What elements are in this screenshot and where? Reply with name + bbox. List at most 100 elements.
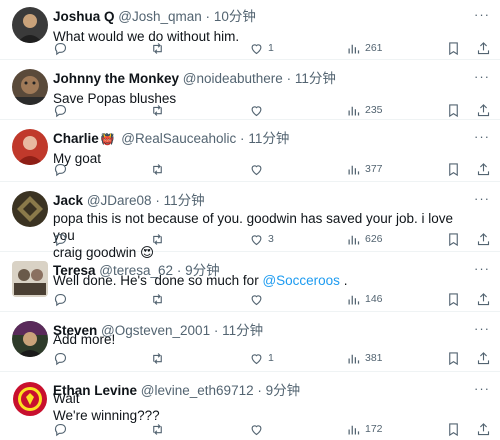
views-bar-chart-icon [346, 351, 361, 366]
retweet-icon [150, 292, 165, 307]
tweet[interactable]: Steven @Ogsteven_2001 · 11分钟 ··· Add mor… [0, 314, 500, 372]
tweet[interactable]: Teresa @teresa_62 · 9分钟 ··· Well done. H… [0, 254, 500, 312]
retweet-button[interactable] [150, 290, 165, 308]
reply-button[interactable] [53, 290, 68, 308]
tweet[interactable]: Joshua Q @Josh_qman · 10分钟 ··· What woul… [0, 0, 500, 60]
display-name[interactable]: Johnny the Monkey [53, 71, 179, 86]
avatar[interactable] [12, 381, 48, 417]
bookmark-button[interactable] [446, 349, 461, 367]
reply-button[interactable] [53, 230, 68, 248]
views-button[interactable]: 235 [346, 101, 383, 119]
timestamp[interactable]: 11分钟 [248, 131, 289, 146]
tweet[interactable]: Jack @JDare08 · 11分钟 ··· popa this is no… [0, 184, 500, 260]
display-name[interactable]: Charlie [53, 131, 99, 146]
bookmark-button[interactable] [446, 230, 461, 248]
more-horizontal-icon[interactable]: ··· [474, 192, 490, 206]
reply-button[interactable] [53, 101, 68, 119]
heart-icon [249, 292, 264, 307]
share-button[interactable] [476, 101, 491, 119]
user-handle[interactable]: @RealSauceaholic [121, 131, 236, 146]
display-name[interactable]: Joshua Q [53, 9, 115, 24]
like-button[interactable]: 1 [249, 349, 274, 367]
retweet-icon [150, 422, 165, 437]
retweet-button[interactable] [150, 160, 165, 178]
view-count: 626 [365, 233, 383, 245]
views-button[interactable]: 146 [346, 290, 383, 308]
views-bar-chart-icon [346, 41, 361, 56]
like-button[interactable]: 3 [249, 230, 274, 248]
tweet[interactable]: Charlie 👹 @RealSauceaholic · 11分钟 ··· My … [0, 122, 500, 182]
bookmark-icon [446, 422, 461, 437]
reply-button[interactable] [53, 420, 68, 438]
tweet-text: Add more! [53, 331, 470, 348]
share-button[interactable] [476, 420, 491, 438]
retweet-button[interactable] [150, 39, 165, 57]
share-button[interactable] [476, 290, 491, 308]
like-count: 1 [268, 352, 274, 364]
like-count: 1 [268, 42, 274, 54]
views-button[interactable]: 381 [346, 349, 383, 367]
heart-icon [249, 162, 264, 177]
tweet[interactable]: Ethan Levine @levine_eth69712 · 9分钟 ··· … [0, 374, 500, 440]
views-button[interactable]: 261 [346, 39, 383, 57]
avatar[interactable] [12, 7, 48, 43]
share-icon [476, 422, 491, 437]
bookmark-button[interactable] [446, 39, 461, 57]
reply-button[interactable] [53, 160, 68, 178]
views-button[interactable]: 377 [346, 160, 383, 178]
bookmark-button[interactable] [446, 420, 461, 438]
timestamp[interactable]: 11分钟 [295, 71, 336, 86]
bookmark-button[interactable] [446, 290, 461, 308]
share-icon [476, 292, 491, 307]
tweet-feed: Joshua Q @Josh_qman · 10分钟 ··· What woul… [0, 0, 500, 440]
timestamp[interactable]: 10分钟 [214, 9, 256, 24]
bookmark-button[interactable] [446, 101, 461, 119]
more-horizontal-icon[interactable]: ··· [474, 382, 490, 396]
bookmark-button[interactable] [446, 160, 461, 178]
more-horizontal-icon[interactable]: ··· [474, 70, 490, 84]
like-button[interactable] [249, 101, 268, 119]
more-horizontal-icon[interactable]: ··· [474, 8, 490, 22]
more-horizontal-icon[interactable]: ··· [474, 130, 490, 144]
retweet-button[interactable] [150, 101, 165, 119]
view-count: 261 [365, 42, 383, 54]
bookmark-icon [446, 41, 461, 56]
separator-dot: · [286, 71, 292, 86]
share-button[interactable] [476, 349, 491, 367]
share-button[interactable] [476, 160, 491, 178]
retweet-button[interactable] [150, 420, 165, 438]
bookmark-icon [446, 162, 461, 177]
more-horizontal-icon[interactable]: ··· [474, 262, 490, 276]
like-button[interactable] [249, 290, 268, 308]
reply-icon [53, 103, 68, 118]
separator-dot: · [155, 193, 160, 208]
retweet-button[interactable] [150, 230, 165, 248]
retweet-icon [150, 162, 165, 177]
avatar[interactable] [12, 191, 48, 227]
reply-button[interactable] [53, 39, 68, 57]
display-name[interactable]: Jack [53, 193, 83, 208]
share-button[interactable] [476, 230, 491, 248]
reply-icon [53, 162, 68, 177]
like-button[interactable]: 1 [249, 39, 274, 57]
retweet-button[interactable] [150, 349, 165, 367]
user-handle[interactable]: @noideabuthere [183, 71, 283, 86]
like-button[interactable] [249, 420, 268, 438]
more-horizontal-icon[interactable]: ··· [474, 322, 490, 336]
tweet[interactable]: Johnny the Monkey @noideabuthere · 11分钟 … [0, 62, 500, 120]
share-icon [476, 41, 491, 56]
avatar[interactable] [12, 69, 48, 105]
user-handle[interactable]: @JDare08 [87, 193, 152, 208]
share-button[interactable] [476, 39, 491, 57]
ogre-emoji-badge: 👹 [100, 134, 115, 146]
timestamp[interactable]: 11分钟 [164, 193, 205, 208]
mention-link[interactable]: @Socceroos [262, 273, 340, 288]
reply-button[interactable] [53, 349, 68, 367]
views-bar-chart-icon [346, 103, 361, 118]
tweet-text: Well done. He's done so much for @Soccer… [53, 272, 470, 289]
like-button[interactable] [249, 160, 268, 178]
user-handle[interactable]: @Josh_qman [118, 9, 202, 24]
views-button[interactable]: 172 [346, 420, 383, 438]
retweet-icon [150, 41, 165, 56]
views-button[interactable]: 626 [346, 230, 383, 248]
